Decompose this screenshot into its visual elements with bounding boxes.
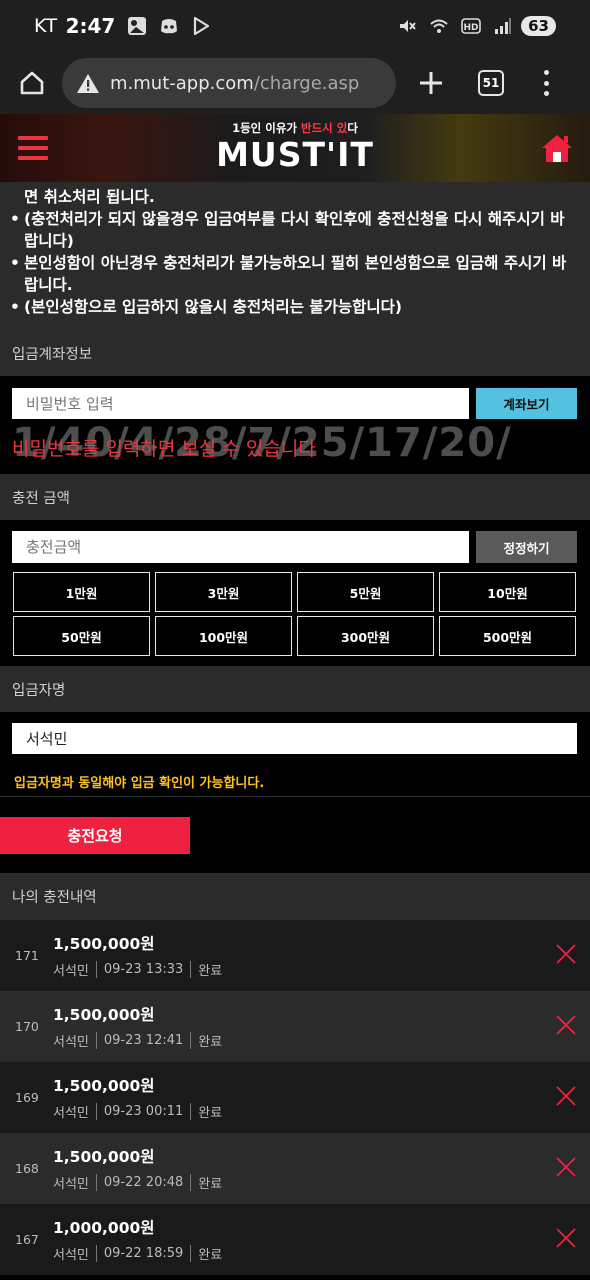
reset-button[interactable]: 정정하기 <box>476 531 577 563</box>
home-button[interactable] <box>12 63 52 103</box>
amount-input[interactable] <box>12 531 469 563</box>
amount-button-300[interactable]: 300만원 <box>297 616 434 656</box>
mute-icon <box>400 20 416 32</box>
url-bar[interactable]: m.mut-app.com/charge.asp <box>62 58 396 108</box>
clock: 2:47 <box>65 14 116 38</box>
row-number: 167 <box>15 1232 39 1247</box>
battery-level: 63 <box>521 16 556 36</box>
section-title-history: 나의 충전내역 <box>0 873 590 920</box>
charge-request-button[interactable]: 충전요청 <box>0 817 190 854</box>
carrier-label: KT <box>34 15 58 37</box>
delete-icon[interactable] <box>556 1228 576 1248</box>
row-status: 완료 <box>198 1248 223 1263</box>
play-store-icon <box>194 16 210 36</box>
table-row: 169 1,500,000원서석민 09-23 00:11 완료 <box>0 1062 590 1133</box>
row-amount: 1,500,000원 <box>53 1077 155 1095</box>
delete-icon[interactable] <box>556 1157 576 1177</box>
depositor-note: 입금자명과 동일해야 입금 확인이 가능합니다. <box>14 776 265 791</box>
row-status: 완료 <box>198 1035 223 1050</box>
logo-tagline: 1등인 이유가 반드시 있다 <box>232 121 358 135</box>
row-amount: 1,500,000원 <box>53 935 155 953</box>
row-status: 완료 <box>198 1177 223 1192</box>
url-text: m.mut-app.com/charge.asp <box>110 72 360 94</box>
svg-text:HD: HD <box>464 23 479 33</box>
delete-icon[interactable] <box>556 1015 576 1035</box>
amount-button-5[interactable]: 5만원 <box>297 572 434 612</box>
home-icon <box>20 71 44 95</box>
menu-icon[interactable] <box>18 136 48 160</box>
notice-item: 본인성함이 아닌경우 충전처리가 불가능하오니 필히 본인성함으로 입금해 주시… <box>10 252 576 296</box>
depositor-name-input[interactable] <box>12 723 577 754</box>
warning-icon[interactable] <box>76 72 100 94</box>
table-row: 171 1,500,000원서석민 09-23 13:33 완료 <box>0 920 590 991</box>
row-amount: 1,000,000원 <box>53 1219 155 1237</box>
amount-button-10[interactable]: 10만원 <box>439 572 576 612</box>
row-name: 서석민 <box>53 1106 89 1121</box>
notice-item: (충전처리가 되지 않을경우 입금여부를 다시 확인후에 충전신청을 다시 해주… <box>10 208 576 252</box>
row-number: 168 <box>15 1161 39 1176</box>
amount-button-100[interactable]: 100만원 <box>155 616 292 656</box>
row-datetime: 09-22 18:59 <box>103 1246 184 1261</box>
row-datetime: 09-23 13:33 <box>103 962 184 977</box>
delete-icon[interactable] <box>556 1086 576 1106</box>
row-datetime: 09-23 00:11 <box>103 1104 184 1119</box>
discord-icon <box>161 19 178 34</box>
new-tab-icon[interactable] <box>416 68 446 98</box>
signal-icon <box>495 18 512 34</box>
password-input[interactable] <box>12 388 469 419</box>
row-datetime: 09-23 12:41 <box>103 1033 184 1048</box>
row-name: 서석민 <box>53 1035 89 1050</box>
row-meta: 서석민 09-23 00:11 완료 <box>53 1102 222 1121</box>
row-status: 완료 <box>198 1106 223 1121</box>
row-number: 171 <box>15 948 39 963</box>
amount-button-1[interactable]: 1만원 <box>13 572 150 612</box>
row-name: 서석민 <box>53 1177 89 1192</box>
row-amount: 1,500,000원 <box>53 1148 155 1166</box>
password-hint: 비밀번호를 입력하면 보실 수 있습니다 <box>12 438 316 460</box>
section-title-depositor: 입금자명 <box>0 666 590 712</box>
delete-icon[interactable] <box>556 944 576 964</box>
wifi-icon <box>430 19 448 33</box>
home-icon[interactable] <box>540 132 574 164</box>
browser-toolbar: m.mut-app.com/charge.asp 51 <box>0 52 590 114</box>
row-number: 169 <box>15 1090 39 1105</box>
notice-item: (본인성함으로 입금하지 않을시 충전처리는 불가능합니다) <box>10 296 576 318</box>
logo-brand: MUST'IT <box>216 135 374 174</box>
row-number: 170 <box>15 1019 39 1034</box>
row-meta: 서석민 09-23 12:41 완료 <box>53 1031 222 1050</box>
notice-text: 면 취소처리 됩니다. (충전처리가 되지 않을경우 입금여부를 다시 확인후에… <box>0 182 590 330</box>
row-meta: 서석민 09-23 13:33 완료 <box>53 960 222 979</box>
section-title-account: 입금계좌정보 <box>0 330 590 376</box>
row-name: 서석민 <box>53 964 89 979</box>
table-row: 170 1,500,000원서석민 09-23 12:41 완료 <box>0 991 590 1062</box>
site-logo[interactable]: 1등인 이유가 반드시 있다 MUST'IT <box>205 120 385 174</box>
site-header: 1등인 이유가 반드시 있다 MUST'IT <box>0 114 590 182</box>
divider <box>0 796 590 797</box>
section-title-amount: 충전 금액 <box>0 474 590 520</box>
amount-button-3[interactable]: 3만원 <box>155 572 292 612</box>
tab-switcher-button[interactable]: 51 <box>478 70 504 96</box>
row-amount: 1,500,000원 <box>53 1006 155 1024</box>
row-status: 완료 <box>198 964 223 979</box>
status-bar: KT 2:47 HD 63 <box>0 0 590 52</box>
amount-button-500[interactable]: 500만원 <box>439 616 576 656</box>
view-account-button[interactable]: 계좌보기 <box>476 388 577 419</box>
table-row: 167 1,000,000원서석민 09-22 18:59 완료 <box>0 1204 590 1275</box>
row-datetime: 09-22 20:48 <box>103 1175 184 1190</box>
notice-line: 면 취소처리 됩니다. <box>24 188 155 206</box>
row-meta: 서석민 09-22 18:59 완료 <box>53 1244 222 1263</box>
more-menu-icon[interactable] <box>542 70 550 96</box>
amount-button-50[interactable]: 50만원 <box>13 616 150 656</box>
row-meta: 서석민 09-22 20:48 완료 <box>53 1173 222 1192</box>
table-row: 168 1,500,000원서석민 09-22 20:48 완료 <box>0 1133 590 1204</box>
hd-voice-icon: HD <box>461 18 481 34</box>
gallery-app-icon <box>128 17 147 35</box>
row-name: 서석민 <box>53 1248 89 1263</box>
